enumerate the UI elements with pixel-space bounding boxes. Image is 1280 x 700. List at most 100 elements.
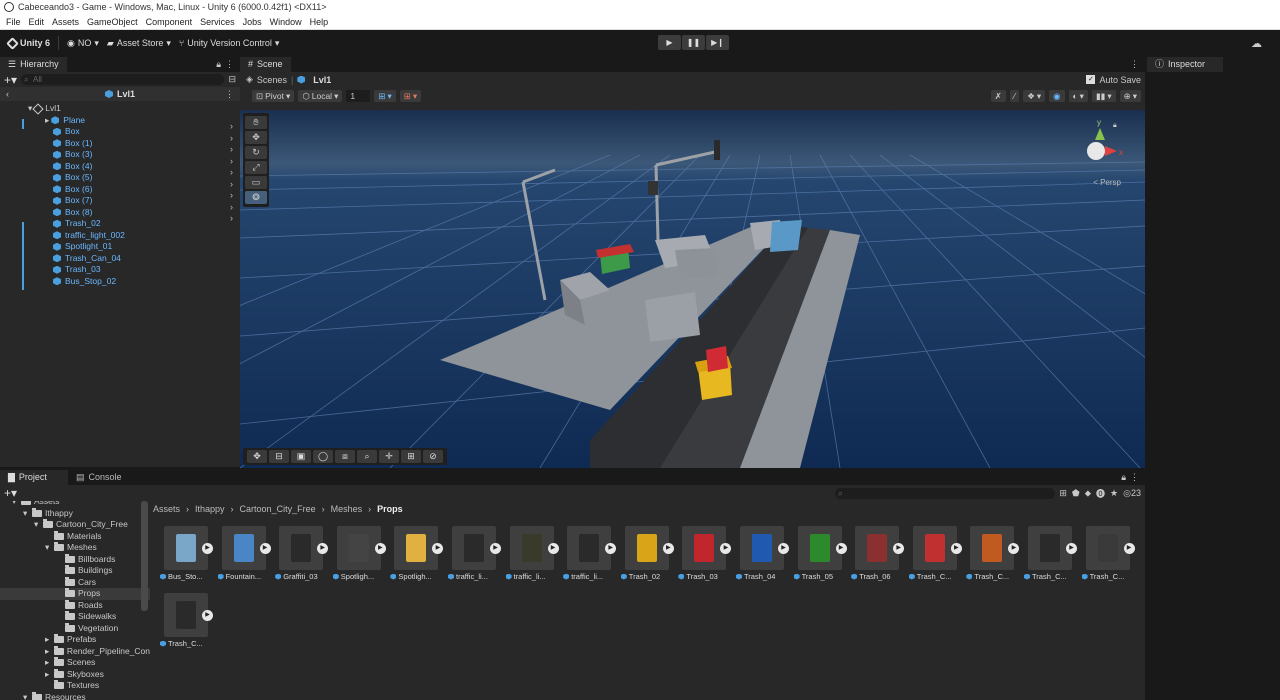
expand-arrow-icon[interactable]: ▸ xyxy=(45,634,54,646)
folder-item[interactable]: ▾ Ithappy xyxy=(0,508,150,520)
kebab-menu-icon[interactable]: ⋮ xyxy=(225,89,234,100)
breadcrumb-cartoon-city[interactable]: Cartoon_City_Free xyxy=(240,504,316,514)
asset-item[interactable]: ▶ Trash_04 xyxy=(734,526,789,586)
folder-item[interactable]: ▸ Scenes xyxy=(0,657,150,669)
chevron-right-icon[interactable]: › xyxy=(230,133,233,145)
asset-store-button[interactable]: ▰ Asset Store ▾ xyxy=(107,38,171,49)
folder-item[interactable]: ▾ Resources xyxy=(0,692,150,700)
overlay-align-button[interactable]: ⊟ xyxy=(269,450,289,463)
step-button[interactable]: ▶❙ xyxy=(706,35,729,50)
kebab-menu-icon[interactable]: ⋮ xyxy=(225,57,234,72)
kebab-menu-icon[interactable]: ⋮ xyxy=(1130,470,1139,485)
menu-jobs[interactable]: Jobs xyxy=(239,14,266,29)
grid-snap-button[interactable]: ⊞ ▾ xyxy=(374,89,396,102)
star-icon[interactable]: ★ xyxy=(1110,488,1118,499)
expand-asset-icon[interactable]: ▶ xyxy=(202,543,213,554)
breadcrumb-ithappy[interactable]: Ithappy xyxy=(195,504,225,514)
asset-item[interactable]: ▶ traffic_li... xyxy=(446,526,501,586)
folder-item[interactable]: Props xyxy=(0,588,150,600)
overlay-layers-button[interactable]: ⧈ xyxy=(335,450,355,463)
view-tool-button[interactable]: ✋︎ xyxy=(245,116,267,129)
breadcrumb-assets[interactable]: Assets xyxy=(153,504,180,514)
chevron-right-icon[interactable]: › xyxy=(230,156,233,168)
overlay-snap-button[interactable]: ⊞ xyxy=(401,450,421,463)
menu-edit[interactable]: Edit xyxy=(25,14,49,29)
back-arrow-icon[interactable]: ‹ xyxy=(6,89,9,99)
tab-inspector[interactable]: ⓘ Inspector xyxy=(1147,57,1223,72)
rotate-tool-button[interactable]: ↻ xyxy=(245,146,267,159)
expand-arrow-icon[interactable]: ▾ xyxy=(34,519,43,531)
play-button[interactable]: ▶ xyxy=(658,35,681,50)
gizmo-lock-icon[interactable]: 🔒︎ xyxy=(1113,122,1117,130)
tab-project[interactable]: ▇ Project xyxy=(0,470,68,485)
menu-component[interactable]: Component xyxy=(142,14,197,29)
add-icon[interactable]: +▾ xyxy=(4,73,17,87)
folder-item[interactable]: Cars xyxy=(0,577,150,589)
asset-item[interactable]: ▶ Fountain... xyxy=(216,526,271,586)
asset-item[interactable]: ▶ Trash_C... xyxy=(907,526,962,586)
expand-asset-icon[interactable]: ▶ xyxy=(202,610,213,621)
asset-item[interactable]: ▶ traffic_li... xyxy=(504,526,559,586)
folder-item[interactable]: ▾ Cartoon_City_Free xyxy=(0,519,150,531)
menu-window[interactable]: Window xyxy=(266,14,306,29)
menu-assets[interactable]: Assets xyxy=(48,14,83,29)
chevron-right-icon[interactable]: › xyxy=(230,121,233,133)
folder-item[interactable]: ▸ Render_Pipeline_Con xyxy=(0,646,150,658)
overlay-circle-button[interactable]: ◯ xyxy=(313,450,333,463)
menu-gameobject[interactable]: GameObject xyxy=(83,14,142,29)
expand-asset-icon[interactable]: ▶ xyxy=(1008,543,1020,554)
asset-item[interactable]: ▶ Spotligh... xyxy=(331,526,386,586)
expand-asset-icon[interactable]: ▶ xyxy=(1066,543,1077,554)
tab-hierarchy[interactable]: ☰ Hierarchy xyxy=(0,57,67,72)
expand-asset-icon[interactable]: ▶ xyxy=(547,543,559,554)
expand-arrow-icon[interactable]: ▸ xyxy=(45,646,54,658)
asset-item[interactable]: ▶ Trash_05 xyxy=(792,526,847,586)
lock-icon[interactable]: 🔒︎ xyxy=(216,57,221,72)
hierarchy-item[interactable]: Box (1) xyxy=(53,138,240,150)
effects-dropdown[interactable]: ❖ ▾ xyxy=(1023,89,1046,102)
folder-item[interactable]: Buildings xyxy=(0,565,150,577)
overlay-compass-button[interactable]: ⊘ xyxy=(423,450,443,463)
lighting-toggle[interactable]: ✗ xyxy=(990,89,1006,102)
menu-help[interactable]: Help xyxy=(306,14,333,29)
menu-file[interactable]: File xyxy=(0,14,25,29)
lock-icon[interactable]: 🔒︎ xyxy=(1121,470,1126,485)
folder-item[interactable]: Billboards xyxy=(0,554,150,566)
asset-item[interactable]: ▶ Trash_C... xyxy=(1080,526,1135,586)
hierarchy-item[interactable]: Box (7) xyxy=(53,195,240,207)
folder-item[interactable]: Roads xyxy=(0,600,150,612)
overlay-move-button[interactable]: ✥ xyxy=(247,450,267,463)
expand-asset-icon[interactable]: ▶ xyxy=(259,543,271,554)
search-by-label-icon[interactable]: ⬟ xyxy=(1072,488,1080,499)
expand-arrow-icon[interactable]: ▾ xyxy=(23,692,32,700)
hierarchy-item[interactable]: Spotlight_01 xyxy=(53,241,240,253)
asset-item[interactable]: ▶ Trash_C... xyxy=(964,526,1020,586)
folder-item[interactable]: Textures xyxy=(0,680,150,692)
transform-tool-button[interactable]: ❂ xyxy=(245,191,267,204)
chevron-right-icon[interactable]: › xyxy=(230,179,233,191)
tree-scrollbar[interactable] xyxy=(141,501,148,611)
expand-arrow-icon[interactable]: ▸ xyxy=(45,657,54,669)
expand-asset-icon[interactable]: ▶ xyxy=(605,543,617,554)
search-by-type-icon[interactable]: ⊞ xyxy=(1059,488,1067,499)
expand-asset-icon[interactable]: ▶ xyxy=(835,543,847,554)
chevron-right-icon[interactable]: › xyxy=(230,190,233,202)
expand-asset-icon[interactable]: ▶ xyxy=(317,543,329,554)
move-tool-button[interactable]: ✥ xyxy=(245,131,267,144)
draw-mode-dropdown[interactable]: ◐ ▾ xyxy=(1068,89,1088,102)
tag-icon[interactable]: ⬥ xyxy=(1085,488,1091,499)
breadcrumb-props[interactable]: Props xyxy=(377,504,403,514)
local-dropdown[interactable]: ⬡ Local ▾ xyxy=(298,89,343,102)
overlay-pan-button[interactable]: ✛ xyxy=(379,450,399,463)
overlay-rect-button[interactable]: ▣ xyxy=(291,450,311,463)
expand-asset-icon[interactable]: ▶ xyxy=(662,543,674,554)
hierarchy-item[interactable]: Trash_03 xyxy=(53,264,240,276)
expand-asset-icon[interactable]: ▶ xyxy=(720,543,732,554)
menu-services[interactable]: Services xyxy=(196,14,239,29)
folder-item[interactable]: ▸ Skyboxes xyxy=(0,669,150,681)
expand-arrow-icon[interactable]: ▸ xyxy=(45,669,54,681)
asset-item[interactable]: ▶ Trash_C... xyxy=(158,593,213,653)
expand-arrow-icon[interactable]: ▾ xyxy=(23,508,32,520)
breadcrumb-meshes[interactable]: Meshes xyxy=(331,504,363,514)
folder-item[interactable]: Sidewalks xyxy=(0,611,150,623)
